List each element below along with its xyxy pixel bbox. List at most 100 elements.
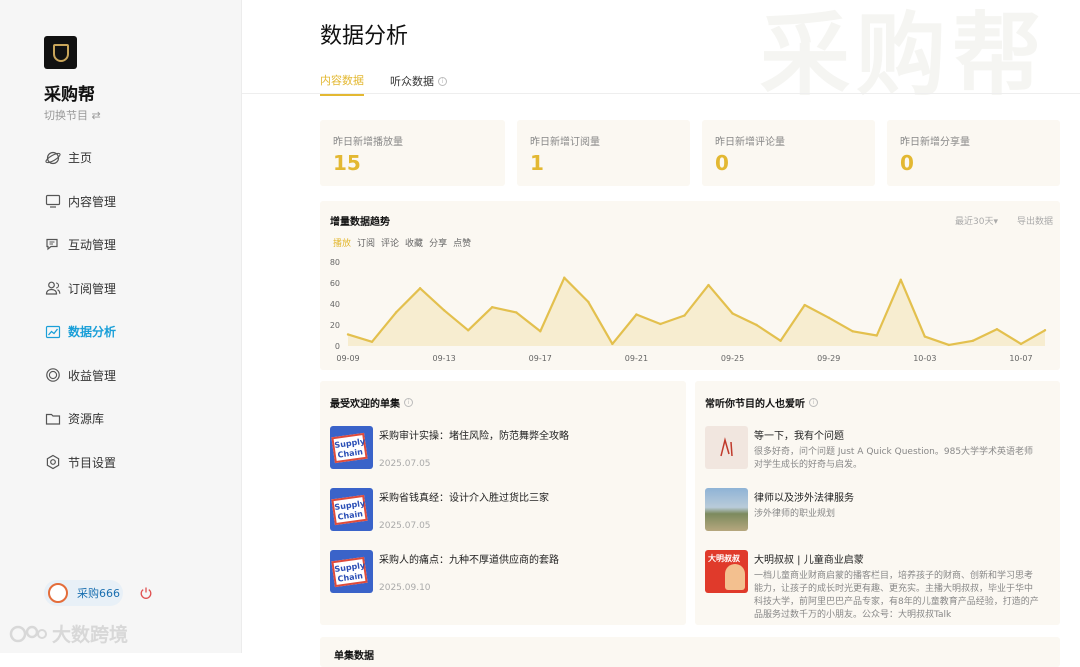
sidebar-item-library[interactable]: 资源库 <box>44 397 224 441</box>
metric-tabs: 播放 订阅 评论 收藏 分享 点赞 <box>333 236 477 249</box>
cover-text: 大明叔叔 <box>708 554 740 563</box>
info-icon: i <box>809 398 818 407</box>
watermark-logo: 大数跨境 <box>8 620 128 647</box>
metric-tab-subscriptions[interactable]: 订阅 <box>357 236 375 249</box>
x-tick-label: 09-25 <box>721 354 744 363</box>
metric-tab-plays[interactable]: 播放 <box>333 236 351 249</box>
y-tick-label: 0 <box>335 342 340 351</box>
info-icon: i <box>438 76 447 86</box>
section-title: 单集数据 <box>334 651 374 662</box>
metric-tab-favorites[interactable]: 收藏 <box>405 236 423 249</box>
data-point <box>803 303 806 307</box>
stat-value: 0 <box>900 151 914 175</box>
metric-tab-shares[interactable]: 分享 <box>429 236 447 249</box>
sidebar-item-interaction[interactable]: 互动管理 <box>44 223 224 267</box>
sidebar-item-label: 主页 <box>68 151 93 166</box>
sidebar-item-label: 互动管理 <box>68 238 117 253</box>
data-point <box>1019 342 1023 346</box>
stat-card-comments: 昨日新增评论量 0 <box>702 120 875 186</box>
episode-title: 采购审计实操：堵住风险，防范舞弊全攻略 <box>379 431 569 442</box>
data-point <box>611 342 614 346</box>
episode-date: 2025.07.05 <box>379 459 431 469</box>
cover-text: Supply Chain <box>331 556 368 588</box>
trend-title: 增量数据趋势 <box>330 217 390 228</box>
data-point <box>707 283 710 287</box>
y-tick-label: 40 <box>330 300 340 309</box>
episode-item[interactable]: Supply Chain 采购审计实操：堵住风险，防范舞弊全攻略 2025.07… <box>330 426 569 469</box>
sidebar-item-home[interactable]: 主页 <box>44 136 224 180</box>
data-point <box>515 311 518 314</box>
sidebar-item-revenue[interactable]: 收益管理 <box>44 354 224 398</box>
sidebar-item-label: 订阅管理 <box>68 281 117 296</box>
episode-cover: Supply Chain <box>330 426 373 469</box>
data-point <box>851 330 854 333</box>
x-tick-label: 09-21 <box>625 354 648 363</box>
sidebar-item-label: 内容管理 <box>68 194 117 209</box>
sidebar-item-label: 节目设置 <box>68 455 117 470</box>
podcast-cover <box>705 488 748 531</box>
sidebar-item-analytics[interactable]: 数据分析 <box>44 310 224 354</box>
planet-icon <box>44 149 62 167</box>
recommended-podcast[interactable]: 律师以及涉外法律服务 涉外律师的职业规划 <box>705 488 1040 531</box>
watermark-text: 大数跨境 <box>52 624 129 646</box>
sidebar-item-content[interactable]: 内容管理 <box>44 180 224 224</box>
export-button[interactable]: 导出数据 <box>1017 214 1053 227</box>
data-point <box>539 330 542 333</box>
sidebar-item-settings[interactable]: 节目设置 <box>44 441 224 485</box>
episode-cover: Supply Chain <box>330 550 373 593</box>
page-title: 数据分析 <box>320 24 409 49</box>
y-tick-label: 20 <box>330 321 340 330</box>
program-name: 采购帮 <box>44 85 95 105</box>
podcast-cover: 大明叔叔 <box>705 550 748 593</box>
podcast-cover <box>705 426 748 469</box>
tab-content-data[interactable]: 内容数据 <box>320 72 364 96</box>
data-point <box>442 309 446 312</box>
background-watermark: 采购帮 <box>760 3 1048 108</box>
stat-label: 昨日新增播放量 <box>333 137 403 148</box>
user-account-chip[interactable]: 采购666 <box>44 580 123 606</box>
podcast-description: 很多好奇，问个问题 Just A Quick Question。985大学学术英… <box>754 447 1034 470</box>
data-point <box>755 323 758 327</box>
episode-item[interactable]: Supply Chain 采购人的痛点：九种不厚道供应商的套路 2025.09.… <box>330 550 559 593</box>
content-tabs: 内容数据 听众数据 i <box>320 72 473 96</box>
stat-label: 昨日新增分享量 <box>900 137 970 148</box>
sidebar-item-subscription[interactable]: 订阅管理 <box>44 267 224 311</box>
metric-tab-likes[interactable]: 点赞 <box>453 236 471 249</box>
tab-label: 内容数据 <box>320 74 364 87</box>
recommended-podcast[interactable]: 等一下，我有个问题 很多好奇，问个问题 Just A Quick Questio… <box>705 426 1040 472</box>
data-point <box>731 312 734 315</box>
cover-text: Supply Chain <box>331 432 368 464</box>
episode-date: 2025.07.05 <box>379 521 431 531</box>
power-icon[interactable] <box>139 585 153 599</box>
data-point <box>587 300 590 304</box>
tab-audience-data[interactable]: 听众数据 i <box>390 72 447 96</box>
panel-title: 最受欢迎的单集 i <box>330 395 413 410</box>
user-name: 采购666 <box>77 587 120 600</box>
program-logo[interactable] <box>44 36 77 69</box>
x-tick-label: 09-17 <box>529 354 552 363</box>
metric-tab-comments[interactable]: 评论 <box>381 236 399 249</box>
data-point <box>827 316 830 319</box>
chat-icon <box>44 236 62 254</box>
stat-value: 0 <box>715 151 729 175</box>
switch-program-link[interactable]: 切换节目 ⇄ <box>44 107 101 123</box>
data-point <box>995 328 999 331</box>
recommended-podcast[interactable]: 大明叔叔 大明叔叔 | 儿童商业启蒙 一档儿童商业财商启蒙的播客栏目，培养孩子的… <box>705 550 1040 622</box>
trend-card: 0 20 40 60 80 09-09 09-13 09-17 09-21 09-25 09-29 1… <box>320 201 1060 370</box>
sidebar-item-label: 数据分析 <box>68 325 117 340</box>
coin-icon <box>44 366 62 384</box>
sidebar-item-label: 收益管理 <box>68 368 117 383</box>
avatar <box>48 583 68 603</box>
data-point <box>491 305 494 309</box>
stat-card-shares: 昨日新增分享量 0 <box>887 120 1060 186</box>
episode-item[interactable]: Supply Chain 采购省钱真经：设计介入胜过货比三家 2025.07.0… <box>330 488 549 531</box>
episode-cover: Supply Chain <box>330 488 373 531</box>
podcast-description: 涉外律师的职业规划 <box>754 509 836 519</box>
settings-icon <box>44 453 62 471</box>
stat-label: 昨日新增评论量 <box>715 137 785 148</box>
watermark-icon <box>9 625 47 642</box>
range-select[interactable]: 最近30天▾ <box>955 214 998 227</box>
data-point <box>683 314 686 317</box>
podcast-title: 等一下，我有个问题 <box>754 431 844 442</box>
cover-figure <box>725 564 745 590</box>
